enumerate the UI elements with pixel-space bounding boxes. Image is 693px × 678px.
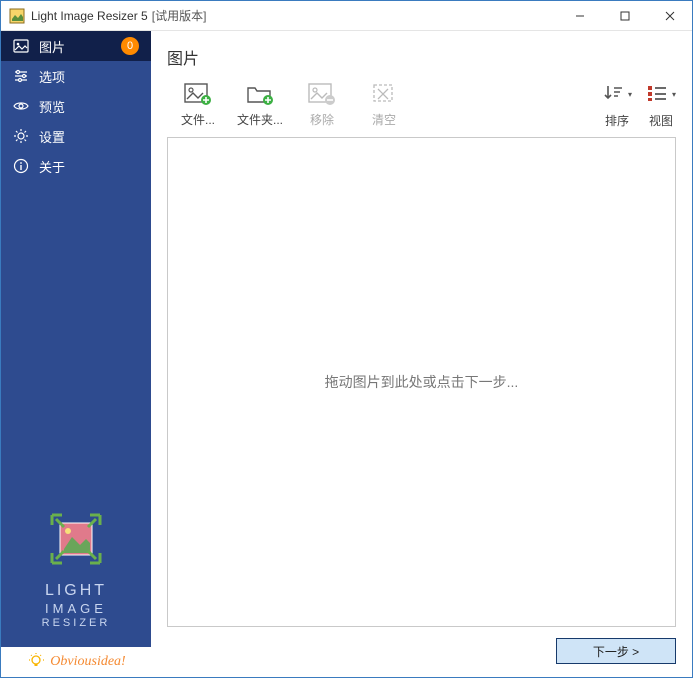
drop-area[interactable]: 拖动图片到此处或点击下一步... (167, 137, 676, 627)
image-count-badge: 0 (121, 37, 139, 55)
next-button-label: 下一步 > (593, 643, 639, 660)
clear-button: 清空 (353, 83, 415, 128)
toolbar: 文件... 文件夹... 移除 清空 (167, 83, 676, 129)
app-icon (9, 8, 25, 24)
eye-icon (13, 98, 29, 114)
toolbar-label: 排序 (605, 112, 629, 129)
bulb-icon (26, 651, 46, 674)
add-folder-button[interactable]: 文件夹... (229, 83, 291, 128)
window-title-suffix: [试用版本] (152, 7, 207, 24)
clear-icon (370, 83, 398, 105)
page-title: 图片 (167, 45, 676, 69)
maximize-button[interactable] (602, 1, 647, 31)
chevron-down-icon: ▾ (672, 90, 676, 99)
toolbar-label: 移除 (310, 111, 334, 128)
sort-icon (602, 83, 624, 106)
gear-icon (13, 128, 29, 144)
wordmark-l2: IMAGE (1, 601, 151, 617)
chevron-down-icon: ▾ (628, 90, 632, 99)
toolbar-label: 文件... (181, 111, 215, 128)
bottom-bar: 下一步 > (167, 627, 676, 667)
info-icon (13, 158, 29, 174)
drop-hint-text: 拖动图片到此处或点击下一步... (325, 372, 519, 392)
sidebar-item-label: 设置 (39, 127, 139, 146)
sidebar-item-settings[interactable]: 设置 (1, 121, 151, 151)
footer-brand[interactable]: Obviousidea! (1, 647, 151, 677)
image-remove-icon (308, 83, 336, 105)
folder-add-icon (246, 83, 274, 105)
sidebar-item-label: 选项 (39, 67, 139, 86)
sliders-icon (13, 68, 29, 84)
sidebar-item-label: 预览 (39, 97, 139, 116)
sidebar-wordmark: LIGHT IMAGE RESIZER (1, 581, 151, 647)
titlebar: Light Image Resizer 5 [试用版本] (1, 1, 692, 31)
sidebar-item-label: 图片 (39, 37, 111, 56)
sort-button[interactable]: ▾ 排序 (602, 83, 632, 129)
sidebar-item-options[interactable]: 选项 (1, 61, 151, 91)
add-files-button[interactable]: 文件... (167, 83, 229, 128)
sidebar-item-preview[interactable]: 预览 (1, 91, 151, 121)
minimize-button[interactable] (557, 1, 602, 31)
main-panel: 图片 文件... 文件夹... 移除 (151, 31, 692, 677)
toolbar-label: 视图 (649, 112, 673, 129)
sidebar-item-label: 关于 (39, 157, 139, 176)
remove-button: 移除 (291, 83, 353, 128)
toolbar-label: 清空 (372, 111, 396, 128)
sidebar-item-images[interactable]: 图片 0 (1, 31, 151, 61)
wordmark-l1: LIGHT (1, 581, 151, 601)
next-button[interactable]: 下一步 > (556, 638, 676, 664)
window-title: Light Image Resizer 5 (31, 9, 148, 23)
toolbar-label: 文件夹... (237, 111, 283, 128)
image-icon (13, 38, 29, 54)
close-button[interactable] (647, 1, 692, 31)
wordmark-l3: RESIZER (1, 617, 151, 631)
view-button[interactable]: ▾ 视图 (646, 83, 676, 129)
sidebar: 图片 0 选项 预览 设置 关于 (1, 31, 151, 677)
sidebar-item-about[interactable]: 关于 (1, 151, 151, 181)
sidebar-logo (1, 497, 151, 581)
image-add-icon (184, 83, 212, 105)
view-icon (646, 83, 668, 106)
footer-brand-text: Obviousidea! (50, 654, 125, 670)
